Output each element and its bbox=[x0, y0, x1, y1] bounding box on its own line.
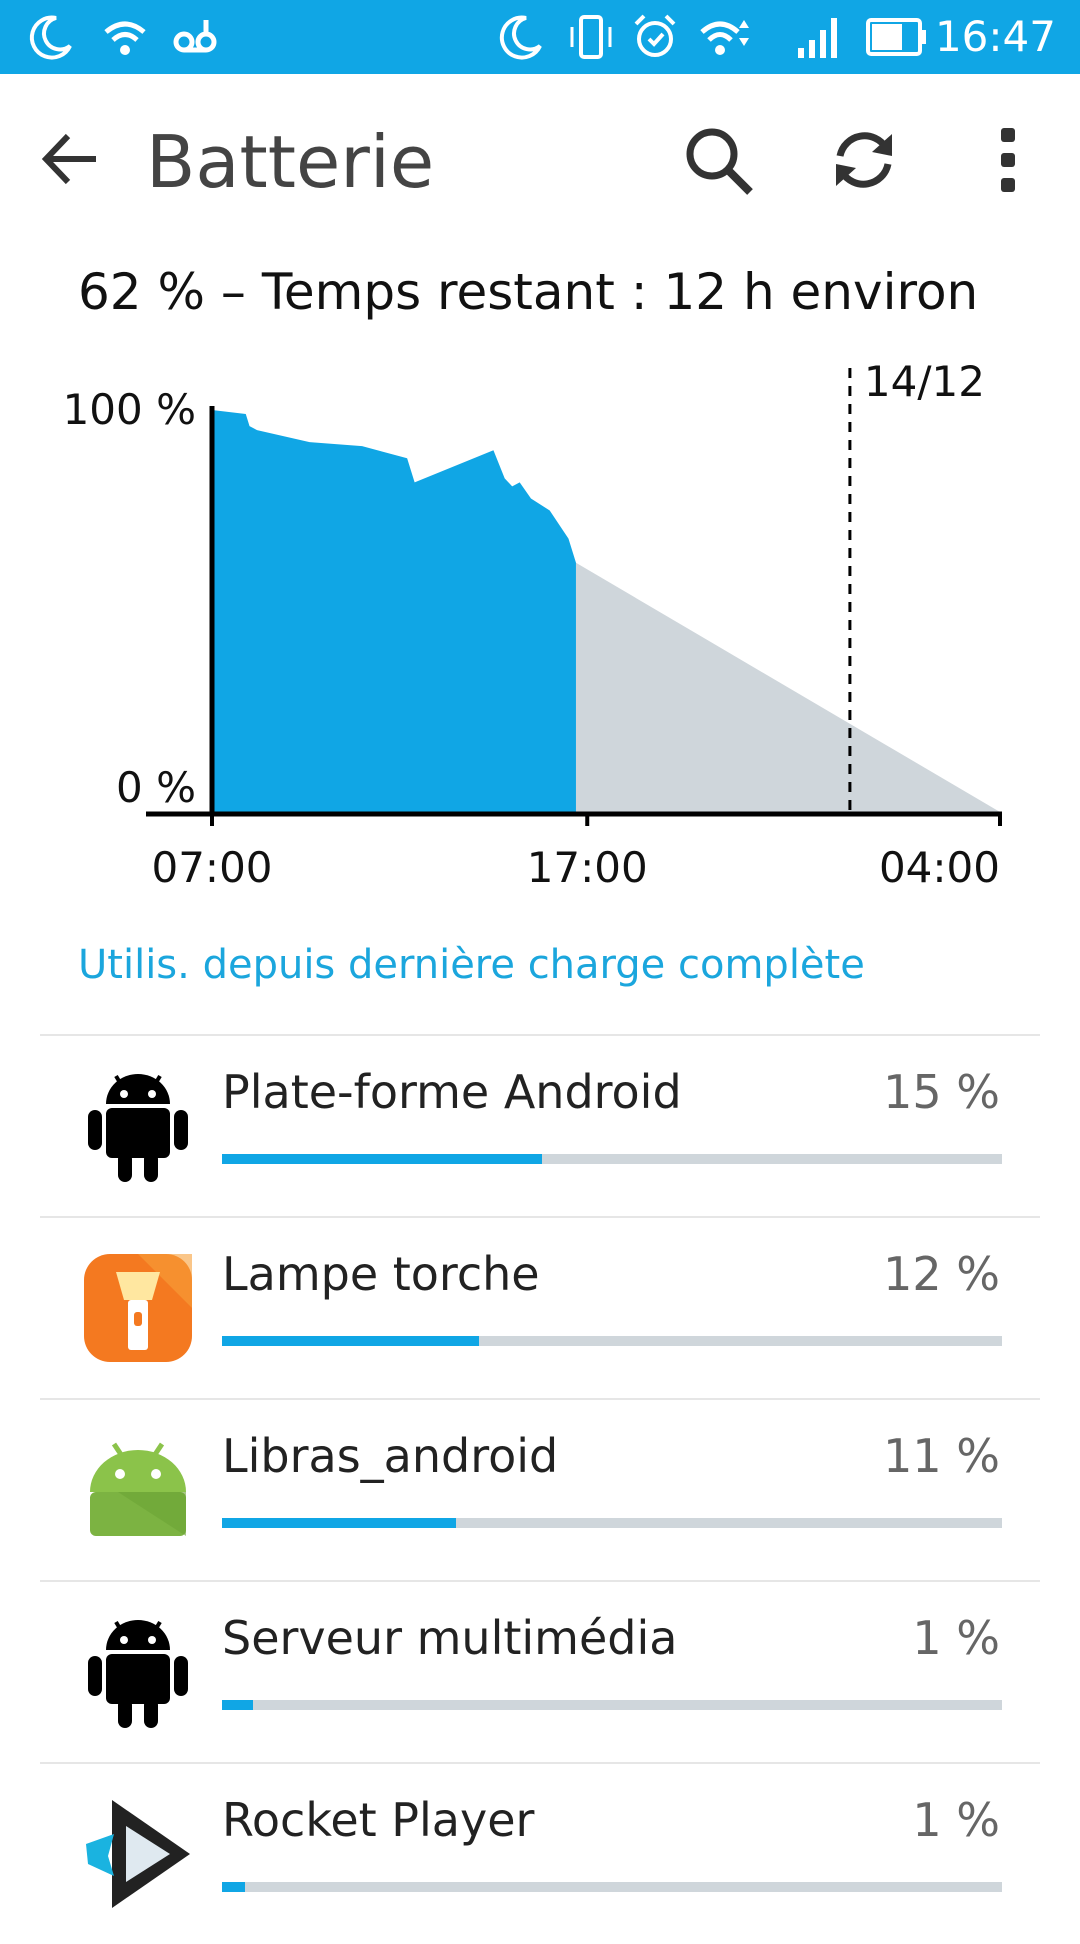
vibrate-icon bbox=[570, 15, 612, 59]
android-black-icon bbox=[88, 1074, 188, 1182]
status-bar: 16:47 bbox=[0, 0, 1080, 74]
search-icon[interactable] bbox=[680, 122, 756, 198]
usage-bar-fill bbox=[222, 1336, 480, 1346]
wifi-icon bbox=[104, 21, 146, 55]
alarm-icon bbox=[634, 14, 676, 57]
page-title: Batterie bbox=[146, 120, 435, 204]
list-item[interactable]: Libras_android 11 % bbox=[40, 1398, 1040, 1580]
app-usage-list: Plate-forme Android 15 % Lampe torche 12… bbox=[40, 1034, 1040, 1944]
arrow-left-icon[interactable] bbox=[38, 126, 104, 192]
clock: 16:47 bbox=[934, 12, 1056, 61]
battery-history-chart: 14/12 100 % 0 % 07:00 17:00 04:00 bbox=[63, 357, 1002, 890]
usage-since-full-charge-header[interactable]: Utilis. depuis dernière charge complète bbox=[78, 940, 865, 990]
usage-bar bbox=[222, 1882, 1002, 1892]
x-tick-label: 17:00 bbox=[527, 843, 648, 890]
x-tick-label: 07:00 bbox=[151, 843, 272, 890]
y-tick-label: 0 % bbox=[116, 763, 196, 812]
app-name: Rocket Player bbox=[222, 1793, 535, 1847]
voicemail-icon bbox=[173, 20, 217, 53]
flashlight-icon bbox=[84, 1254, 192, 1362]
app-name: Plate-forme Android bbox=[222, 1065, 682, 1119]
app-percent: 1 % bbox=[912, 1611, 1000, 1665]
usage-bar bbox=[222, 1154, 1002, 1164]
usage-bar bbox=[222, 1336, 1002, 1346]
battery-summary: 62 % – Temps restant : 12 h environ bbox=[78, 263, 979, 321]
wifi-data-icon bbox=[700, 20, 749, 55]
battery-icon bbox=[866, 18, 926, 56]
rocket-player-icon bbox=[86, 1800, 190, 1908]
x-tick-label: 04:00 bbox=[879, 843, 1000, 890]
usage-bar-fill bbox=[222, 1882, 246, 1892]
android-black-icon bbox=[88, 1620, 188, 1728]
android-green-icon bbox=[90, 1442, 186, 1536]
list-item[interactable]: Serveur multimédia 1 % bbox=[40, 1580, 1040, 1762]
usage-bar-fill bbox=[222, 1518, 456, 1528]
signal-icon bbox=[798, 18, 837, 58]
y-tick-label: 100 % bbox=[63, 385, 196, 434]
usage-bar-fill bbox=[222, 1700, 254, 1710]
battery-measured-area bbox=[212, 410, 576, 812]
app-name: Libras_android bbox=[222, 1429, 559, 1483]
usage-bar bbox=[222, 1700, 1002, 1710]
date-marker-label: 14/12 bbox=[864, 357, 985, 406]
usage-bar-fill bbox=[222, 1154, 542, 1164]
app-percent: 15 % bbox=[883, 1065, 1000, 1119]
app-name: Serveur multimédia bbox=[222, 1611, 678, 1665]
more-vert-icon[interactable] bbox=[970, 122, 1046, 198]
list-item[interactable]: Rocket Player 1 % bbox=[40, 1762, 1040, 1944]
refresh-icon[interactable] bbox=[826, 122, 902, 198]
usage-bar bbox=[222, 1518, 1002, 1528]
app-percent: 1 % bbox=[912, 1793, 1000, 1847]
moon-icon bbox=[499, 15, 542, 60]
app-bar: Batterie bbox=[0, 74, 1080, 246]
moon-icon bbox=[29, 15, 72, 60]
list-item[interactable]: Plate-forme Android 15 % bbox=[40, 1034, 1040, 1216]
app-name: Lampe torche bbox=[222, 1247, 540, 1301]
list-item[interactable]: Lampe torche 12 % bbox=[40, 1216, 1040, 1398]
app-percent: 12 % bbox=[883, 1247, 1000, 1301]
app-percent: 11 % bbox=[883, 1429, 1000, 1483]
battery-estimated-area bbox=[575, 562, 1000, 812]
